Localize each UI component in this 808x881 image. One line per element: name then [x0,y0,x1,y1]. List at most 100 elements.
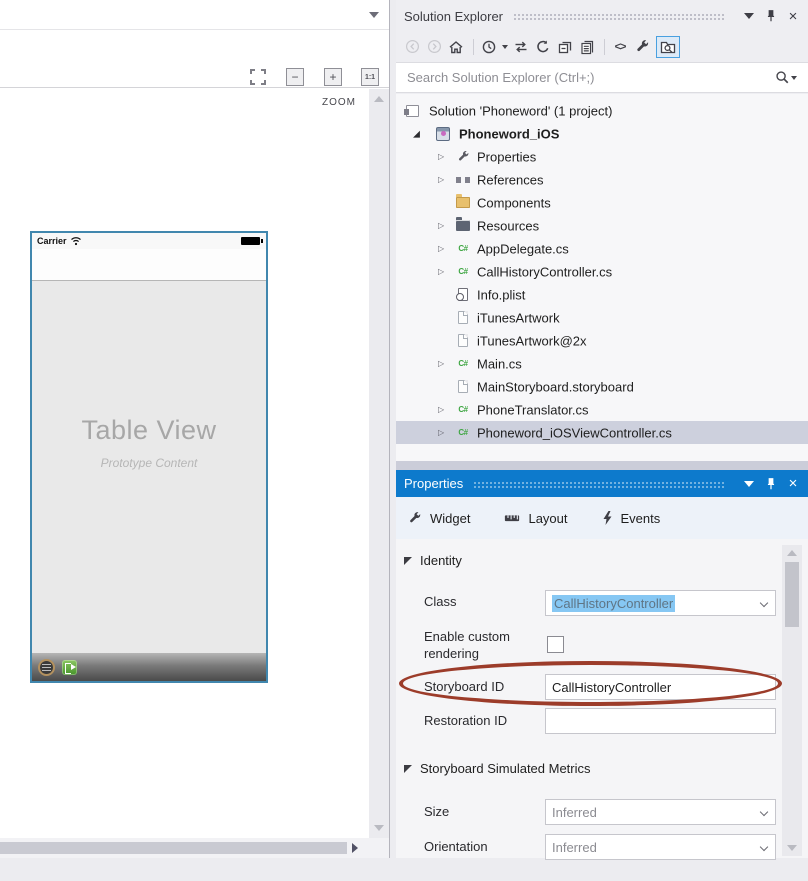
enable-custom-rendering-checkbox[interactable] [547,636,564,653]
pending-changes-filter-button[interactable] [479,37,499,57]
section-expanded-icon[interactable] [404,765,412,773]
tree-item-mainstoryboard[interactable]: MainStoryboard.storyboard [396,375,808,398]
scrollbar-thumb[interactable] [0,842,347,854]
battery-icon [241,237,260,245]
window-position-menu-icon[interactable] [740,7,758,25]
show-all-files-button[interactable] [577,37,597,57]
back-button[interactable] [402,37,422,57]
csharp-file-icon: C# [455,356,471,372]
tree-item-itunesartwork2x[interactable]: iTunesArtwork@2x [396,329,808,352]
size-value: Inferred [552,805,597,820]
scroll-down-arrow-icon[interactable] [374,825,384,831]
restoration-id-field [545,708,776,734]
preview-selected-items-button[interactable] [656,36,680,58]
chevron-down-icon[interactable] [760,808,768,816]
tree-item-references[interactable]: ▷ References [396,168,808,191]
tree-item-resources[interactable]: ▷ Resources [396,214,808,237]
table-view-canvas[interactable]: Table View Prototype Content [32,281,266,653]
orientation-value: Inferred [552,840,597,855]
storyboard-id-field [545,674,776,700]
expander-collapsed-icon[interactable]: ▷ [438,176,444,184]
scrollbar-thumb[interactable] [785,562,799,627]
section-expanded-icon[interactable] [404,557,412,565]
expander-collapsed-icon[interactable]: ▷ [438,429,444,437]
size-label: Size [424,804,449,819]
storyboard-id-input[interactable] [552,680,769,695]
titlebar-grip [473,481,726,489]
properties-titlebar[interactable]: Properties × [396,470,808,497]
designer-top-strip [0,0,389,30]
expander-collapsed-icon[interactable]: ▷ [438,245,444,253]
search-icon[interactable] [775,70,790,85]
scroll-up-arrow-icon[interactable] [374,96,384,102]
section-storyboard-simulated-metrics[interactable]: Storyboard Simulated Metrics [404,761,591,776]
zoom-in-button[interactable]: + [324,68,342,86]
expander-collapsed-icon[interactable]: ▷ [438,153,444,161]
section-identity[interactable]: Identity [404,553,462,568]
tab-layout[interactable]: Layout [504,511,567,526]
expander-collapsed-icon[interactable]: ▷ [438,406,444,414]
restoration-id-input[interactable] [552,714,769,729]
panel-splitter[interactable] [396,461,808,470]
tree-item-solution[interactable]: Solution 'Phoneword' (1 project) [396,99,808,122]
wrench-icon [408,511,422,525]
tab-events[interactable]: Events [602,511,661,526]
size-combobox[interactable]: Inferred [545,799,776,825]
zoom-actual-size-button[interactable]: 1:1 [361,68,379,86]
tree-item-phonetranslator[interactable]: ▷ C# PhoneTranslator.cs [396,398,808,421]
csharp-file-icon: C# [455,264,471,280]
expander-expanded-icon[interactable]: ◢ [413,129,420,138]
exit-segue-icon[interactable] [62,660,77,675]
scroll-down-arrow-icon[interactable] [787,845,797,851]
expander-collapsed-icon[interactable]: ▷ [438,268,444,276]
orientation-combobox[interactable]: Inferred [545,834,776,860]
home-button[interactable] [446,37,466,57]
scroll-up-arrow-icon[interactable] [787,550,797,556]
tree-item-properties[interactable]: ▷ Properties [396,145,808,168]
close-icon[interactable]: × [784,475,802,493]
toolbar-overflow-icon[interactable] [369,12,379,18]
designer-horizontal-scrollbar[interactable] [0,838,389,858]
close-icon[interactable]: × [784,7,802,25]
view-code-button[interactable]: <> [610,37,630,57]
solution-explorer-title: Solution Explorer [404,9,503,24]
view-controller-icon[interactable] [38,659,55,676]
tree-item-maincs[interactable]: ▷ C# Main.cs [396,352,808,375]
scroll-right-arrow-icon[interactable] [352,843,358,853]
search-controls [775,70,808,85]
collapse-all-button[interactable] [555,37,575,57]
expander-collapsed-icon[interactable]: ▷ [438,222,444,230]
chevron-down-icon[interactable] [760,843,768,851]
view-controller-bottom-bar [32,653,266,681]
solution-explorer-titlebar[interactable]: Solution Explorer × [396,2,808,30]
properties-vertical-scrollbar[interactable] [782,545,802,856]
chevron-down-icon[interactable] [760,599,768,607]
search-options-dropdown-icon[interactable] [791,76,797,80]
folder-dark-icon [455,218,471,234]
tree-item-infoplist[interactable]: Info.plist [396,283,808,306]
search-input[interactable] [396,70,775,85]
expander-collapsed-icon[interactable]: ▷ [438,360,444,368]
vs-window: − + 1:1 ZOOM Carrier Table View [0,0,808,881]
designer-vertical-scrollbar[interactable] [369,89,389,838]
filter-dropdown-icon[interactable] [502,45,508,49]
tree-item-itunesartwork[interactable]: iTunesArtwork [396,306,808,329]
tree-item-components[interactable]: Components [396,191,808,214]
window-position-menu-icon[interactable] [740,475,758,493]
csharp-file-icon: C# [455,425,471,441]
tree-item-phoneword-iosviewcontroller[interactable]: ▷ C# Phoneword_iOSViewController.cs [396,421,808,444]
class-combobox[interactable]: CallHistoryController [545,590,776,616]
tab-widget[interactable]: Widget [408,511,470,526]
tree-item-phoneword-ios[interactable]: ◢ Phoneword_iOS [396,122,808,145]
zoom-fit-button[interactable] [249,68,267,86]
iphone-view-controller[interactable]: Carrier Table View Prototype Content [30,231,268,683]
sync-with-active-document-button[interactable] [511,37,531,57]
refresh-button[interactable] [533,37,553,57]
pin-icon[interactable] [762,475,780,493]
zoom-out-button[interactable]: − [286,68,304,86]
tree-item-appdelegate[interactable]: ▷ C# AppDelegate.cs [396,237,808,260]
properties-button[interactable] [632,37,652,57]
tree-item-callhistorycontroller[interactable]: ▷ C# CallHistoryController.cs [396,260,808,283]
pin-icon[interactable] [762,7,780,25]
forward-button[interactable] [424,37,444,57]
